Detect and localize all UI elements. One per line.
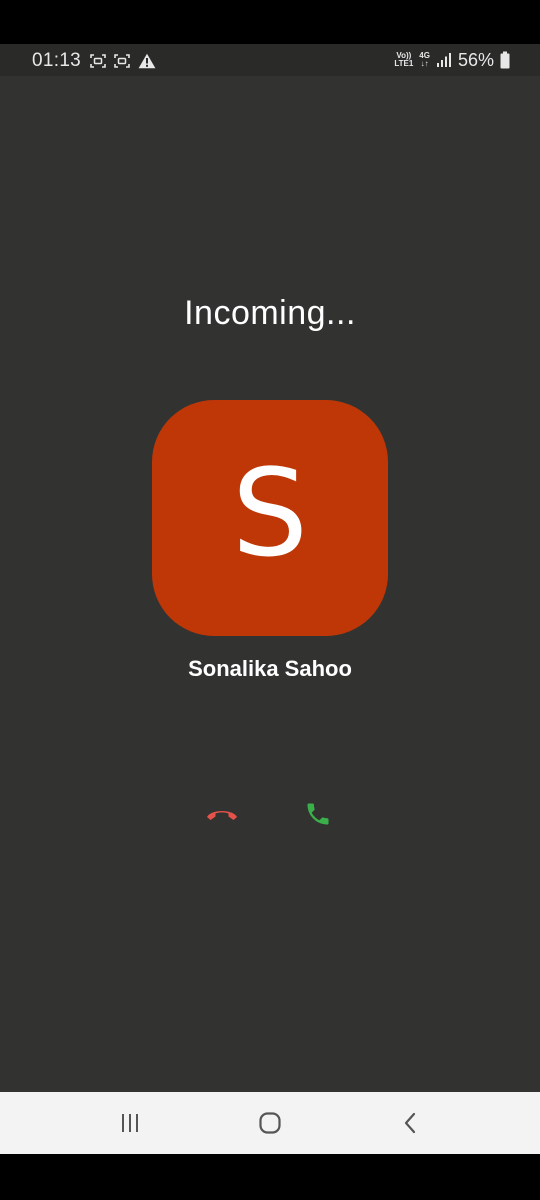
screenshot-icon: [90, 54, 106, 68]
top-bezel: [0, 0, 540, 44]
4g-icon: 4G ↓↑: [419, 52, 430, 68]
home-button[interactable]: [248, 1108, 292, 1138]
system-icons: Vo)) LTE1 4G ↓↑ 56%: [394, 49, 510, 71]
network-arrows-text: ↓↑: [420, 59, 429, 68]
back-button[interactable]: [388, 1108, 432, 1138]
signal-icon: [436, 53, 451, 67]
caller-avatar: S: [152, 400, 388, 636]
screenshot-icon: [114, 54, 130, 68]
status-bar: 01:13 Vo)) LTE1 4G ↓↑ 56%: [0, 44, 540, 76]
decline-call-button[interactable]: [202, 798, 242, 830]
home-icon: [259, 1112, 281, 1134]
volte-icon: Vo)) LTE1: [394, 52, 413, 68]
battery-icon: [500, 51, 510, 69]
recent-apps-icon: [122, 1114, 138, 1132]
warning-icon: [138, 53, 156, 69]
navigation-bar: [0, 1092, 540, 1154]
answer-call-button[interactable]: [300, 796, 336, 832]
back-icon: [404, 1112, 416, 1134]
caller-name: Sonalika Sahoo: [188, 656, 352, 681]
volte-bottom-text: LTE1: [394, 59, 414, 68]
phone-answer-icon: [307, 803, 329, 825]
status-time: 01:13: [32, 50, 82, 71]
phone-screen: 01:13 Vo)) LTE1 4G ↓↑ 56% Incoming... S …: [0, 0, 540, 1200]
incoming-call-screen: Incoming... S Sonalika Sahoo: [0, 76, 540, 1092]
notification-icons: [90, 52, 156, 70]
phone-hangup-icon: [207, 811, 237, 820]
avatar-initial: S: [231, 445, 309, 584]
recent-apps-button[interactable]: [108, 1108, 152, 1138]
bottom-bezel: [0, 1154, 540, 1200]
call-status-label: Incoming...: [184, 294, 356, 332]
battery-percent: 56%: [457, 49, 494, 70]
